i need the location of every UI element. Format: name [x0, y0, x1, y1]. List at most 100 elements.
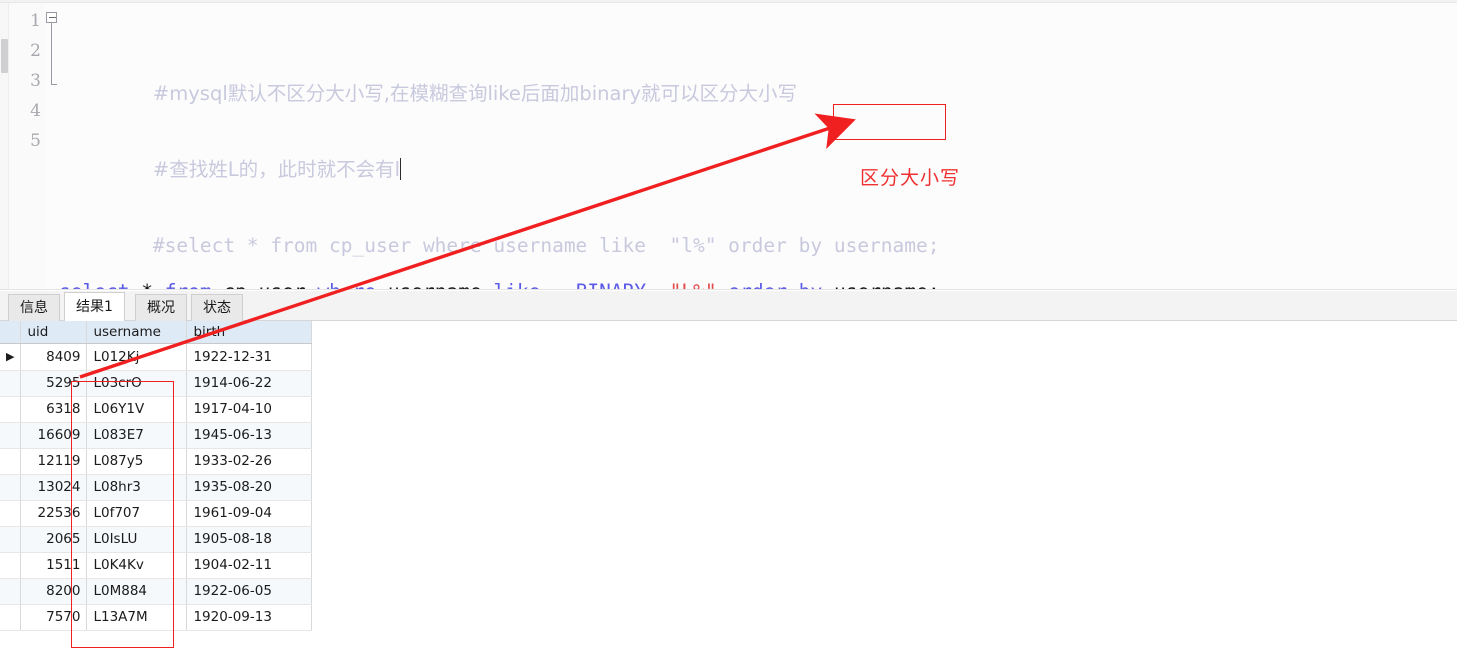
row-marker-cell[interactable] — [0, 422, 22, 449]
text-cursor — [400, 158, 402, 180]
column-header-birth[interactable]: birth — [186, 321, 313, 344]
cell-uid[interactable]: 8409 — [20, 343, 88, 371]
result-table[interactable]: uid username birth ▶ 8409 L012Kj 1922-12-31… — [0, 321, 313, 631]
cell-birth[interactable]: 1933-02-26 — [186, 448, 313, 475]
cell-uid[interactable]: 7570 — [20, 604, 88, 631]
tab-info[interactable]: 信息 — [8, 294, 60, 321]
line-number-gutter: 1 2 3 4 5 — [9, 3, 45, 289]
column-header-uid[interactable]: uid — [20, 321, 88, 344]
table-row[interactable]: 22536 L0f707 1961-09-04 — [0, 500, 313, 527]
code-token-space-15 — [646, 280, 669, 289]
code-folding-column[interactable] — [45, 3, 59, 289]
code-token-space-7 — [306, 280, 318, 289]
cell-birth[interactable]: 1904-02-11 — [186, 552, 313, 579]
sql-editor-panel[interactable]: 1 2 3 4 5 #mysql默认不区分大小写,在模糊查询like后面加bin… — [0, 0, 1457, 290]
code-token-from-4: from — [165, 280, 212, 289]
cell-username[interactable]: L08hr3 — [86, 474, 188, 501]
row-marker-cell[interactable] — [0, 370, 22, 397]
cell-uid[interactable]: 6318 — [20, 396, 88, 423]
cell-birth[interactable]: 1914-06-22 — [186, 370, 313, 397]
cell-username[interactable]: L13A7M — [86, 604, 188, 631]
cell-username[interactable]: L0f707 — [86, 500, 188, 527]
scrollbar-thumb[interactable] — [1, 39, 8, 73]
cell-uid[interactable]: 8200 — [20, 578, 88, 605]
cell-username[interactable]: L0K4Kv — [86, 552, 188, 579]
cell-uid[interactable]: 1511 — [20, 552, 88, 579]
code-line-1-text: #mysql默认不区分大小写,在模糊查询like后面加binary就可以区分大小… — [152, 82, 798, 105]
row-marker-cell[interactable]: ▶ — [0, 343, 22, 371]
tab-profile[interactable]: 概况 — [135, 294, 187, 321]
row-marker-cell[interactable] — [0, 578, 22, 605]
result-grid[interactable]: uid username birth ▶ 8409 L012Kj 1922-12-31… — [0, 321, 1457, 659]
code-token-BINARY-14: BINARY — [576, 280, 646, 289]
code-token-space-21 — [822, 280, 834, 289]
code-token-space-19 — [787, 280, 799, 289]
cell-username[interactable]: L087y5 — [86, 448, 188, 475]
code-line-4[interactable]: select * from cp_user where username lik… — [59, 277, 1457, 289]
column-header-username[interactable]: username — [86, 321, 188, 344]
cell-uid[interactable]: 13024 — [20, 474, 88, 501]
cell-uid[interactable]: 16609 — [20, 422, 88, 449]
cell-uid[interactable]: 12119 — [20, 448, 88, 475]
table-row[interactable]: 1511 L0K4Kv 1904-02-11 — [0, 552, 313, 579]
code-token-username-10: username — [388, 280, 482, 289]
cell-birth[interactable]: 1935-08-20 — [186, 474, 313, 501]
cell-uid[interactable]: 22536 — [20, 500, 88, 527]
cell-birth[interactable]: 1920-09-13 — [186, 604, 313, 631]
row-marker-cell[interactable] — [0, 526, 22, 553]
cell-birth[interactable]: 1905-08-18 — [186, 526, 313, 553]
code-token-space-11 — [482, 280, 494, 289]
line-number: 2 — [30, 41, 41, 61]
cell-birth[interactable]: 1961-09-04 — [186, 500, 313, 527]
cell-uid[interactable]: 2065 — [20, 526, 88, 553]
fold-collapse-icon[interactable] — [46, 12, 57, 23]
table-row[interactable]: ▶ 8409 L012Kj 1922-12-31 — [0, 343, 313, 371]
code-line-2[interactable]: #查找姓L的，此时就不会有l — [59, 125, 1457, 181]
row-marker-cell[interactable] — [0, 552, 22, 579]
cell-username[interactable]: L03crO — [86, 370, 188, 397]
table-row[interactable]: 16609 L083E7 1945-06-13 — [0, 422, 313, 449]
code-token-space-13 — [540, 280, 575, 289]
table-row[interactable]: 7570 L13A7M 1920-09-13 — [0, 604, 313, 631]
cell-birth[interactable]: 1945-06-13 — [186, 422, 313, 449]
result-table-body[interactable]: ▶ 8409 L012Kj 1922-12-31 5295 L03crO 1914-06-2… — [0, 343, 313, 631]
row-marker-cell[interactable] — [0, 448, 22, 475]
code-token-where-8: where — [317, 280, 376, 289]
table-row[interactable]: 6318 L06Y1V 1917-04-10 — [0, 396, 313, 423]
code-token-username-22: username — [834, 280, 928, 289]
table-row[interactable]: 12119 L087y5 1933-02-26 — [0, 448, 313, 475]
cell-username[interactable]: L06Y1V — [86, 396, 188, 423]
cell-username[interactable]: L0IsLU — [86, 526, 188, 553]
tab-status[interactable]: 状态 — [191, 294, 243, 321]
cell-username[interactable]: L083E7 — [86, 422, 188, 449]
table-row[interactable]: 8200 L0M884 1922-06-05 — [0, 578, 313, 605]
row-marker-cell[interactable] — [0, 396, 22, 423]
table-row[interactable]: 2065 L0IsLU 1905-08-18 — [0, 526, 313, 553]
code-text-area[interactable]: #mysql默认不区分大小写,在模糊查询like后面加binary就可以区分大小… — [59, 3, 1457, 289]
row-marker-cell[interactable] — [0, 474, 22, 501]
cell-birth[interactable]: 1917-04-10 — [186, 396, 313, 423]
tab-result1[interactable]: 结果1 — [64, 292, 125, 321]
cell-username[interactable]: L012Kj — [86, 343, 188, 371]
code-line-1[interactable]: #mysql默认不区分大小写,在模糊查询like后面加binary就可以区分大小… — [59, 49, 1457, 105]
table-row[interactable]: 5295 L03crO 1914-06-22 — [0, 370, 313, 397]
line-number: 4 — [30, 101, 41, 121]
cell-birth[interactable]: 1922-12-31 — [186, 343, 313, 371]
cell-uid[interactable]: 5295 — [20, 370, 88, 397]
line-number: 3 — [30, 71, 41, 91]
code-line-2-text: #查找姓L的，此时就不会有l — [152, 158, 401, 181]
editor-left-scroll-rail[interactable] — [0, 3, 9, 289]
cell-username[interactable]: L0M884 — [86, 578, 188, 605]
code-token-sym-2: * — [141, 280, 153, 289]
code-line-3[interactable]: #select * from cp_user where username li… — [59, 201, 1457, 257]
row-marker-cell[interactable] — [0, 604, 22, 631]
code-token-like-12: like — [493, 280, 540, 289]
current-row-arrow-icon: ▶ — [6, 349, 15, 363]
table-header-row: uid username birth — [0, 321, 313, 344]
table-row[interactable]: 13024 L08hr3 1935-08-20 — [0, 474, 313, 501]
cell-birth[interactable]: 1922-06-05 — [186, 578, 313, 605]
row-marker-cell[interactable] — [0, 500, 22, 527]
results-tabstrip: 信息 结果1 概况 状态 — [0, 291, 1457, 321]
code-token-space-5 — [212, 280, 224, 289]
code-token-space-17 — [717, 280, 729, 289]
